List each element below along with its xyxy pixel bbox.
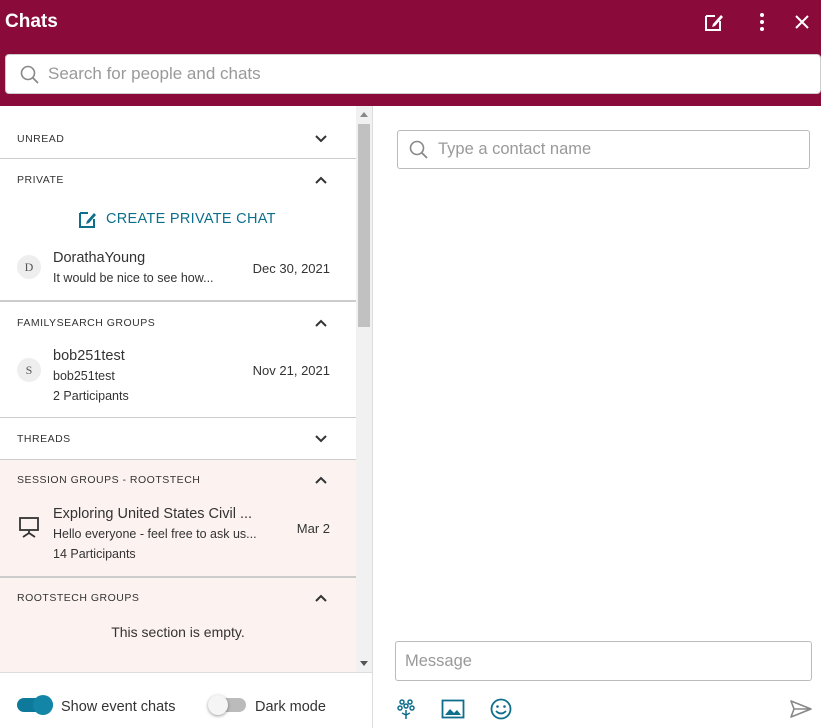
scroll-down-icon[interactable]: [360, 661, 368, 666]
section-label: UNREAD: [17, 133, 65, 145]
chat-participants: 14 Participants: [53, 547, 136, 561]
chat-participants: 2 Participants: [53, 389, 129, 403]
avatar: S: [17, 358, 41, 382]
chat-date: Nov 21, 2021: [252, 363, 330, 378]
section-label: PRIVATE: [17, 174, 64, 186]
chat-name: Exploring United States Civil ...: [53, 506, 253, 522]
scrollbar-thumb[interactable]: [358, 124, 370, 327]
chat-list-scrollbar[interactable]: [356, 106, 372, 672]
dark-mode-label: Dark mode: [255, 699, 326, 715]
send-icon[interactable]: [789, 697, 813, 721]
chat-date: Dec 30, 2021: [252, 261, 330, 276]
search-icon: [409, 140, 428, 159]
divider: [0, 417, 356, 418]
familytree-icon[interactable]: [394, 697, 418, 721]
divider: [0, 300, 356, 302]
message-input[interactable]: [405, 642, 800, 680]
section-rootstech-groups[interactable]: ROOTSTECH GROUPS: [0, 578, 356, 619]
create-private-chat-button[interactable]: CREATE PRIVATE CHAT: [78, 209, 276, 229]
chevron-down-icon[interactable]: [314, 432, 328, 446]
chat-name: DorathaYoung: [53, 250, 146, 266]
close-icon[interactable]: [788, 8, 816, 36]
toggle-knob: [33, 695, 53, 715]
section-label: SESSION GROUPS - ROOTSTECH: [17, 474, 201, 486]
chats-header: Chats: [0, 0, 821, 106]
section-threads[interactable]: THREADS: [0, 419, 356, 460]
chat-name: bob251test: [53, 348, 125, 364]
chevron-up-icon[interactable]: [314, 173, 328, 187]
chat-preview: Hello everyone - feel free to ask us...: [53, 527, 257, 541]
chevron-up-icon[interactable]: [314, 316, 328, 330]
section-label: THREADS: [17, 433, 71, 445]
create-private-chat-label: CREATE PRIVATE CHAT: [106, 211, 276, 227]
chat-list-panel: UNREAD PRIVATE CREATE PRIVATE CHAT D Dor…: [0, 106, 356, 672]
section-label: ROOTSTECH GROUPS: [17, 592, 140, 604]
contact-search-bar[interactable]: [397, 130, 810, 169]
show-event-chats-toggle[interactable]: [17, 695, 53, 715]
image-icon[interactable]: [441, 697, 465, 721]
avatar: D: [17, 255, 41, 279]
new-chat-icon[interactable]: [700, 8, 728, 36]
search-icon: [20, 65, 39, 84]
more-vertical-icon[interactable]: [748, 8, 776, 36]
presentation-icon: [19, 517, 39, 538]
search-bar[interactable]: [5, 54, 821, 94]
footer-toggles: Show event chats Dark mode: [0, 672, 372, 728]
chevron-up-icon[interactable]: [314, 473, 328, 487]
header-title: Chats: [5, 11, 58, 32]
chat-preview: bob251test: [53, 369, 115, 383]
chat-date: Mar 2: [296, 521, 330, 536]
chevron-down-icon[interactable]: [314, 132, 328, 146]
message-box[interactable]: [395, 641, 812, 681]
section-familysearch-groups[interactable]: FAMILYSEARCH GROUPS: [0, 303, 356, 344]
divider: [0, 158, 356, 159]
scroll-up-icon[interactable]: [360, 112, 368, 117]
toggle-knob: [208, 695, 228, 715]
chat-preview: It would be nice to see how...: [53, 271, 214, 285]
panel-divider: [372, 106, 373, 728]
contact-name-input[interactable]: [438, 131, 798, 168]
emoji-icon[interactable]: [489, 697, 513, 721]
section-private[interactable]: PRIVATE: [0, 160, 356, 201]
search-input[interactable]: [48, 55, 788, 93]
new-chat-icon: [79, 212, 96, 228]
section-unread[interactable]: UNREAD: [0, 119, 356, 160]
section-label: FAMILYSEARCH GROUPS: [17, 317, 156, 329]
section-session-groups[interactable]: SESSION GROUPS - ROOTSTECH: [0, 460, 356, 501]
dark-mode-toggle[interactable]: [208, 695, 246, 715]
empty-section-text: This section is empty.: [111, 624, 245, 640]
show-event-chats-label: Show event chats: [61, 699, 176, 715]
chevron-up-icon[interactable]: [314, 591, 328, 605]
